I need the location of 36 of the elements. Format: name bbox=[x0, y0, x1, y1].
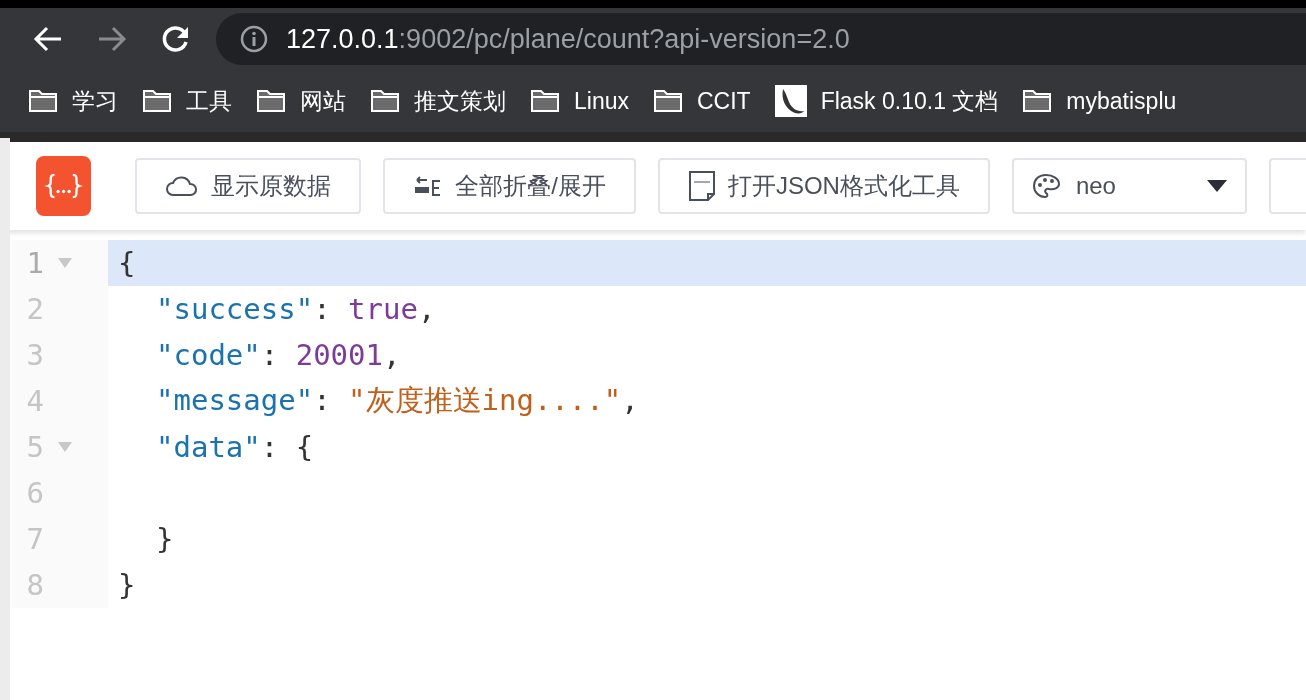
site-icon bbox=[774, 85, 807, 117]
code-line: } bbox=[118, 568, 136, 602]
theme-dropdown[interactable]: neo bbox=[1011, 158, 1247, 214]
address-bar[interactable]: 127.0.0.1:9002/pc/plane/count?api-version=2.0 bbox=[216, 13, 1306, 65]
bookmark[interactable]: mybatisplu bbox=[1022, 87, 1177, 115]
code-line: "success": true, bbox=[156, 292, 436, 326]
palette-icon bbox=[1031, 173, 1062, 199]
json-file-icon bbox=[687, 170, 716, 202]
bookmark[interactable]: 工具 bbox=[142, 85, 232, 117]
code-line: } bbox=[156, 522, 174, 556]
line-number: 1 bbox=[25, 246, 45, 280]
code-line: "data": { bbox=[156, 430, 314, 464]
bookmark[interactable]: CCIT bbox=[653, 87, 751, 115]
folder-icon bbox=[530, 88, 560, 114]
caret-icon bbox=[1207, 180, 1227, 192]
code-line: "message": "灰度推送ing....", bbox=[156, 382, 639, 419]
bookmark[interactable]: Flask 0.10.1 文档 bbox=[774, 85, 999, 117]
bookmark[interactable]: 学习 bbox=[28, 85, 118, 117]
cloud-icon bbox=[165, 175, 200, 197]
code-line: "code": 20001, bbox=[156, 338, 401, 372]
bookmark[interactable]: Linux bbox=[530, 87, 629, 115]
info-icon bbox=[240, 25, 268, 53]
folder-icon bbox=[1022, 88, 1053, 114]
folder-icon bbox=[256, 88, 286, 114]
folder-icon bbox=[370, 88, 400, 114]
folder-icon bbox=[142, 88, 172, 114]
bookmark[interactable]: 网站 bbox=[256, 85, 346, 117]
toolbar-button[interactable]: 显示原数据 bbox=[135, 158, 362, 214]
folder-icon bbox=[653, 88, 683, 114]
toolbar-button[interactable]: 全部折叠/展开 bbox=[383, 158, 636, 214]
app-logo bbox=[36, 156, 92, 216]
url-text: 127.0.0.1:9002/pc/plane/count?api-version=2.0 bbox=[286, 23, 850, 55]
bookmark[interactable]: 推文策划 bbox=[370, 85, 506, 117]
folder-icon bbox=[28, 88, 58, 114]
code-line: { bbox=[118, 246, 136, 280]
toolbar-button[interactable]: 打开JSON格式化工具 bbox=[657, 158, 990, 214]
